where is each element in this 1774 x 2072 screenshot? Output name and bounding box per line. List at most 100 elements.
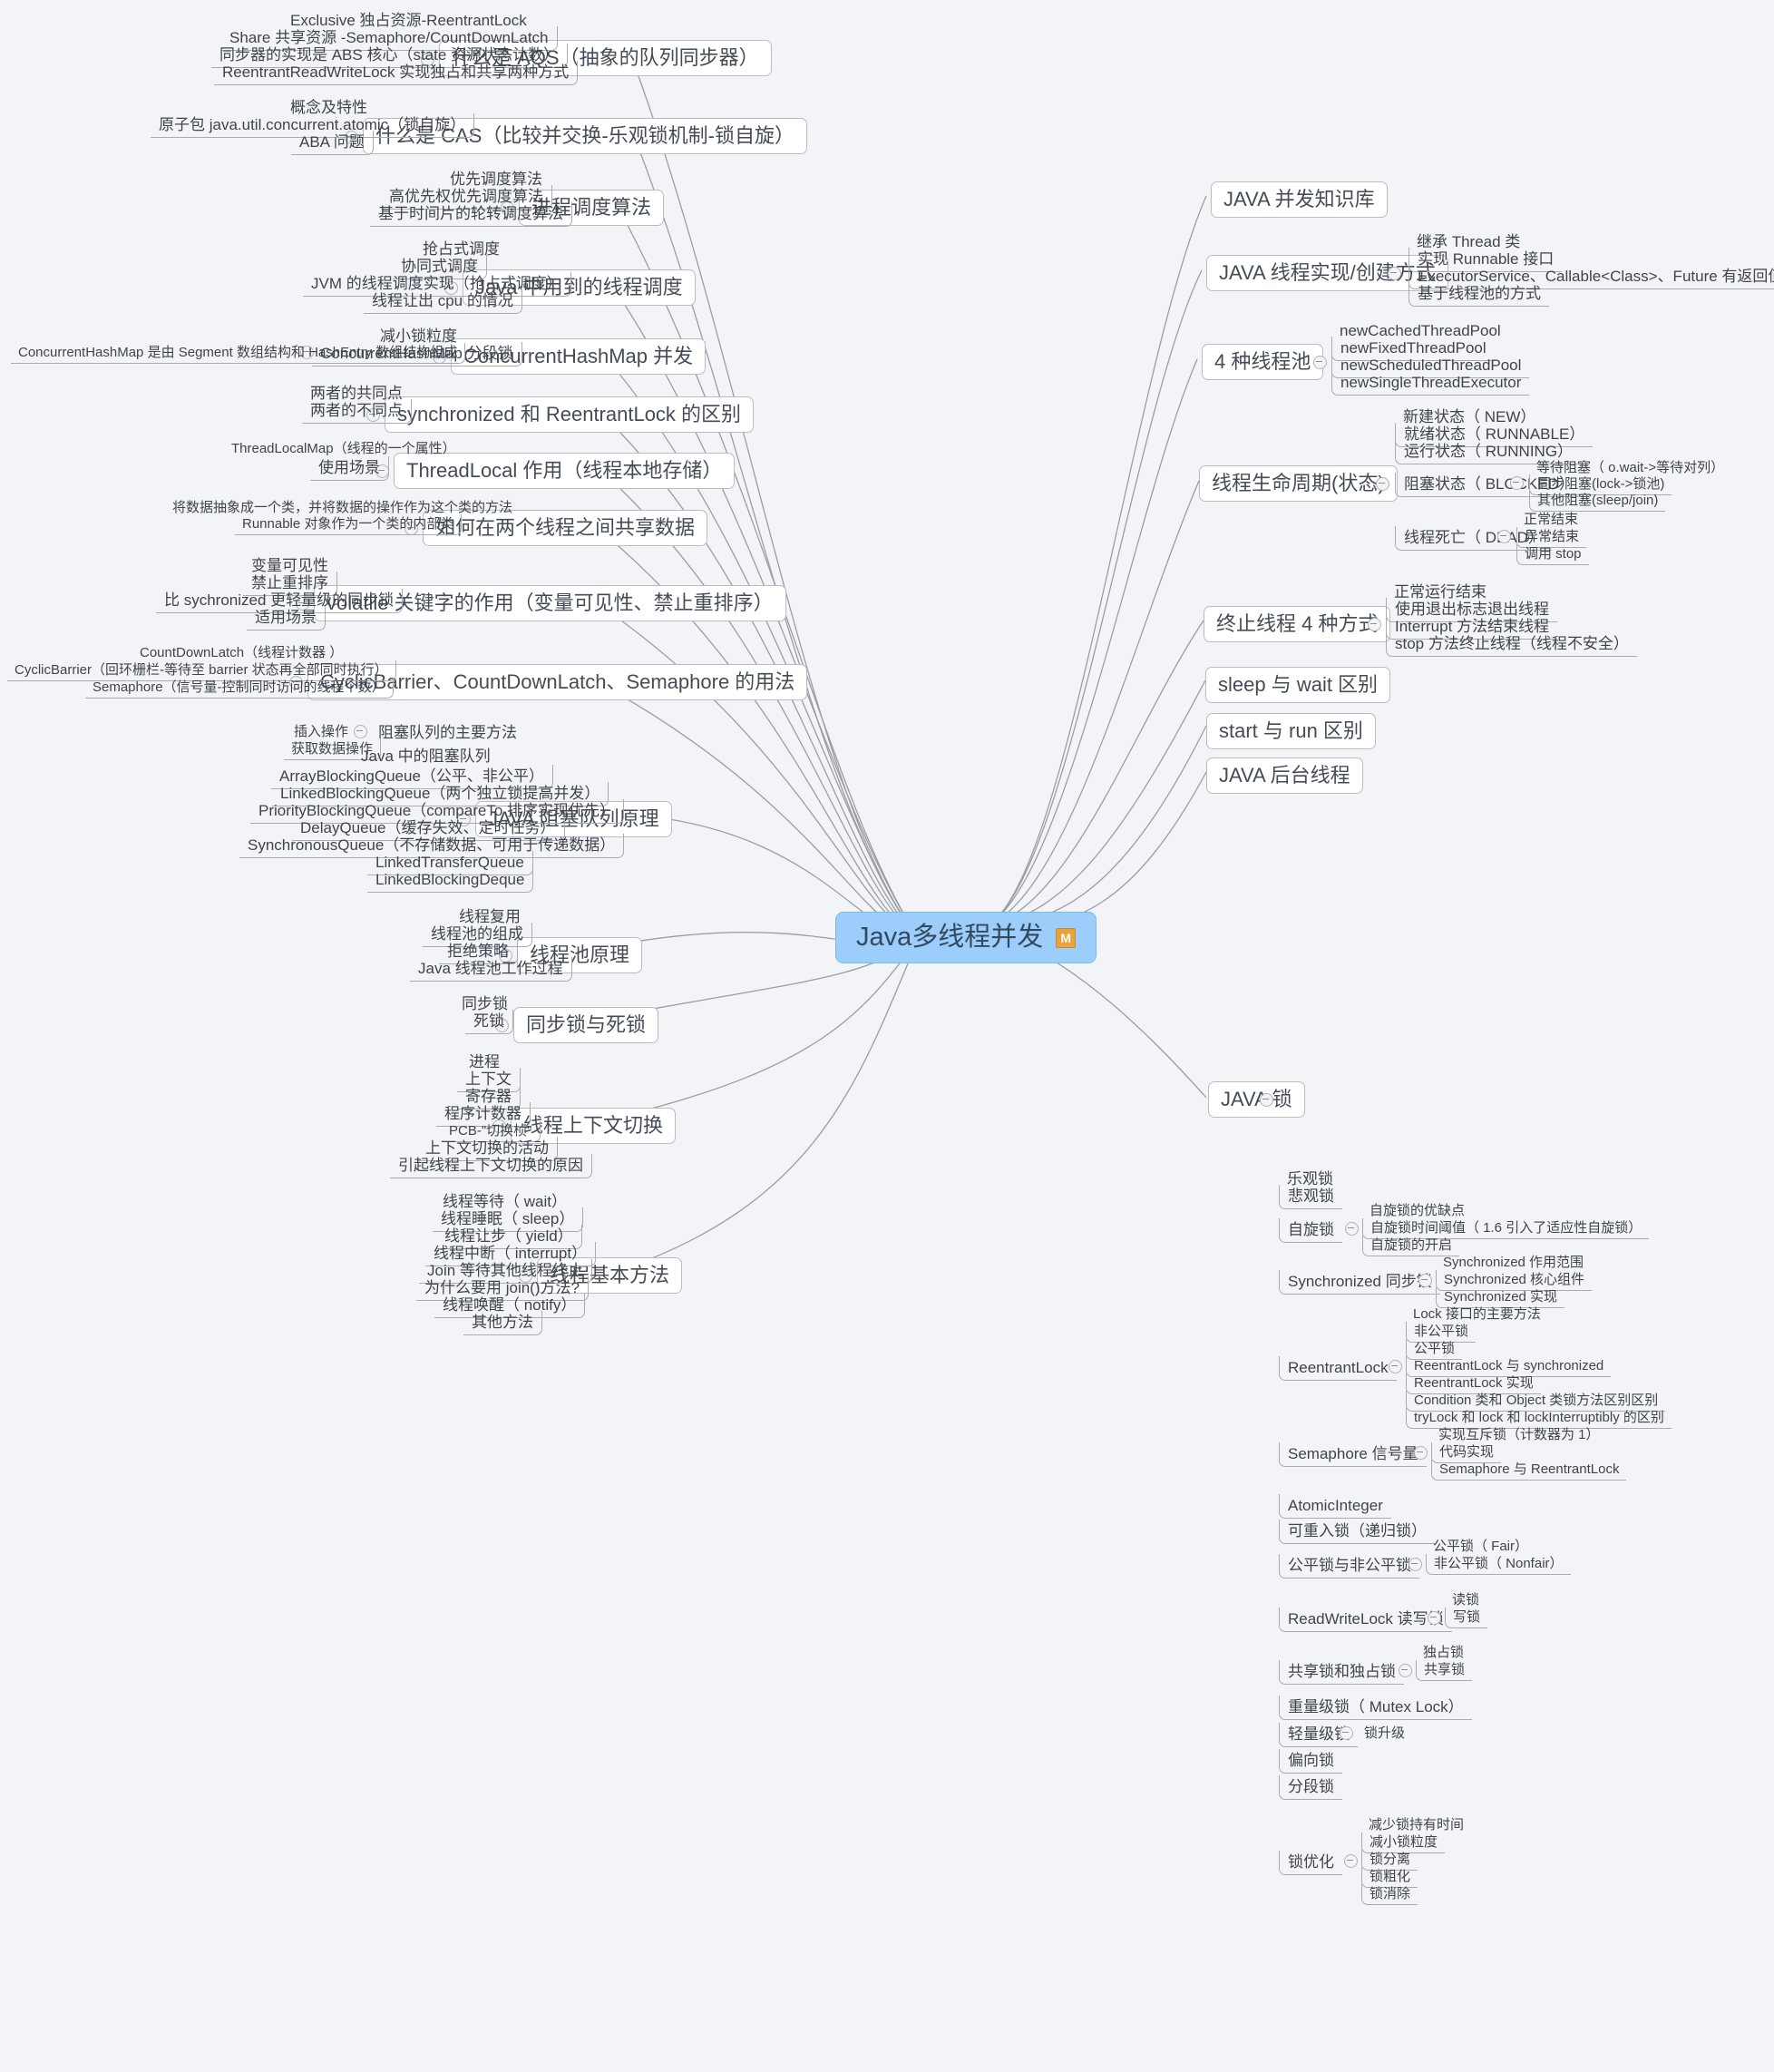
leaf-light-0[interactable]: 锁升级 xyxy=(1357,1724,1412,1744)
topic-sync-deadlock[interactable]: 同步锁与死锁 xyxy=(513,1007,659,1043)
sub-jl-7[interactable]: 可重入锁（递归锁） xyxy=(1279,1520,1435,1544)
toggle-java-lock[interactable] xyxy=(1260,1093,1273,1107)
sub-tc-3[interactable]: 基于线程池的方式 xyxy=(1408,282,1549,307)
sub-jl-8[interactable]: 公平锁与非公平锁 xyxy=(1279,1554,1419,1578)
topic-context-switch-label: 线程上下文切换 xyxy=(523,1114,664,1137)
leaf-lc-d2[interactable]: 调用 stop xyxy=(1516,544,1589,565)
topic-daemon[interactable]: JAVA 后台线程 xyxy=(1206,757,1363,794)
sub-jl-10-label: 共享锁和独占锁 xyxy=(1288,1663,1396,1680)
toggle-jl-rwlock[interactable] xyxy=(1428,1611,1441,1625)
sub-js-3[interactable]: 线程让出 cpu 的情况 xyxy=(364,289,522,314)
toggle-jl-opt[interactable] xyxy=(1344,1854,1358,1868)
leaf-opt-4-label: 锁消除 xyxy=(1369,1886,1411,1901)
sub-jl-5[interactable]: Semaphore 信号量 xyxy=(1279,1442,1427,1467)
sub-jl-15[interactable]: 锁优化 xyxy=(1279,1851,1342,1875)
leaf-chm-structure[interactable]: ConcurrentHashMap 是由 Segment 数组结构和 HashE… xyxy=(11,343,466,364)
topic-start-run-label: start 与 run 区别 xyxy=(1219,719,1363,742)
topic-lifecycle[interactable]: 线程生命周期(状态) xyxy=(1199,465,1398,502)
topic-java-lock[interactable]: JAVA 锁 xyxy=(1208,1081,1305,1118)
sub-jl-1-label: 悲观锁 xyxy=(1288,1187,1334,1205)
sub-bq-7[interactable]: LinkedBlockingDeque xyxy=(367,868,534,893)
sub-jl-9[interactable]: ReadWriteLock 读写锁 xyxy=(1279,1608,1452,1632)
sub-jl-1[interactable]: 悲观锁 xyxy=(1279,1185,1342,1209)
sub-jl-3-label: Synchronized 同步锁 xyxy=(1288,1273,1432,1290)
topic-start-run[interactable]: start 与 run 区别 xyxy=(1206,713,1376,749)
topic-thread-create-label: JAVA 线程实现/创建方式 xyxy=(1219,261,1436,284)
toggle-jl-reentrant[interactable] xyxy=(1389,1360,1402,1373)
leaf-light-0-label: 锁升级 xyxy=(1364,1725,1406,1741)
sub-jl-6[interactable]: AtomicInteger xyxy=(1279,1494,1391,1519)
root-node[interactable]: Java多线程并发 M xyxy=(835,912,1097,963)
sub-cas-2[interactable]: ABA 问题 xyxy=(291,131,374,155)
toggle-bq-methods[interactable] xyxy=(354,725,367,738)
sub-cu-2[interactable]: Semaphore（信号量-控制同时访问的线程个数） xyxy=(85,678,394,699)
topic-java-lock-label: JAVA 锁 xyxy=(1221,1088,1292,1110)
sub-sd-1[interactable]: Runnable 对象作为一个类的内部类 xyxy=(235,514,463,535)
topic-terminate[interactable]: 终止线程 4 种方式 xyxy=(1204,606,1391,642)
sub-jl-14[interactable]: 分段锁 xyxy=(1279,1775,1342,1800)
leaf-opt-1-label: 减小锁粒度 xyxy=(1369,1834,1438,1850)
leaf-lc-b2-label: 其他阻塞(sleep/join) xyxy=(1537,493,1659,508)
sub-tl-1[interactable]: 使用场景 xyxy=(310,456,389,481)
leaf-fair-0-label: 公平锁（ Fair） xyxy=(1433,1539,1529,1554)
sub-sdl-1-label: 死锁 xyxy=(473,1012,504,1030)
leaf-rw-1[interactable]: 写锁 xyxy=(1445,1608,1488,1628)
sub-jl-3[interactable]: Synchronized 同步锁 xyxy=(1279,1270,1440,1295)
toggle-terminate[interactable] xyxy=(1368,618,1381,631)
leaf-spin-2-label: 自旋锁的开启 xyxy=(1370,1237,1453,1253)
toggle-jl-light[interactable] xyxy=(1340,1726,1353,1740)
toggle-thread-create[interactable] xyxy=(1388,267,1401,280)
topic-kb[interactable]: JAVA 并发知识库 xyxy=(1211,181,1388,218)
leaf-opt-3-label: 锁粗化 xyxy=(1369,1869,1411,1884)
sub-sa-2[interactable]: 基于时间片的轮转调度算法 xyxy=(370,202,572,227)
toggle-lc-blocked[interactable] xyxy=(1510,476,1524,490)
toggle-jl-spin[interactable] xyxy=(1345,1222,1359,1236)
sub-cs-6[interactable]: 引起线程上下文切换的原因 xyxy=(390,1154,592,1178)
leaf-rl-6-label: tryLock 和 lock 和 lockInterruptibly 的区别 xyxy=(1414,1410,1664,1425)
toggle-jl-fair[interactable] xyxy=(1408,1558,1422,1571)
topic-kb-label: JAVA 并发知识库 xyxy=(1223,188,1375,210)
sub-aqs-3[interactable]: ReentrantReadWriteLock 实现独占和共享两种方式 xyxy=(214,61,579,85)
topic-four-pools[interactable]: 4 种线程池 xyxy=(1202,344,1324,380)
topic-sync-deadlock-label: 同步锁与死锁 xyxy=(526,1013,647,1036)
sub-jl-10[interactable]: 共享锁和独占锁 xyxy=(1279,1660,1404,1685)
sub-fp-3[interactable]: newSingleThreadExecutor xyxy=(1331,371,1530,396)
leaf-sem-2[interactable]: Semaphore 与 ReentrantLock xyxy=(1431,1460,1627,1481)
sub-term-3[interactable]: stop 方法终止线程（线程不安全） xyxy=(1386,632,1637,657)
sub-cu-1-label: CyclicBarrier（回环栅栏-等待至 barrier 状态再全部同时执行… xyxy=(15,662,388,678)
leaf-sync-1-label: Synchronized 核心组件 xyxy=(1444,1272,1585,1287)
sub-tp-3[interactable]: Java 线程池工作过程 xyxy=(410,957,572,982)
toggle-four-pools[interactable] xyxy=(1313,356,1327,369)
sub-jl-8-label: 公平锁与非公平锁 xyxy=(1288,1557,1411,1574)
sub-jl-4[interactable]: ReentrantLock xyxy=(1279,1356,1397,1381)
topic-threadlocal-label: ThreadLocal 作用（线程本地存储） xyxy=(406,459,723,482)
toggle-lc-dead[interactable] xyxy=(1497,530,1511,543)
toggle-jl-sharedex[interactable] xyxy=(1399,1664,1412,1677)
toggle-lifecycle[interactable] xyxy=(1376,477,1389,491)
root-label: Java多线程并发 xyxy=(856,923,1044,952)
sub-js-3-label: 线程让出 cpu 的情况 xyxy=(372,292,513,309)
sub-cu-2-label: Semaphore（信号量-控制同时访问的线程个数） xyxy=(93,679,385,695)
sub-jl-13[interactable]: 偏向锁 xyxy=(1279,1749,1342,1774)
leaf-fair-1[interactable]: 非公平锁（ Nonfair） xyxy=(1426,1554,1571,1575)
sub-tl-1-label: 使用场景 xyxy=(318,459,380,476)
sub-sdl-1[interactable]: 死锁 xyxy=(465,1010,513,1034)
sub-jl-5-label: Semaphore 信号量 xyxy=(1288,1445,1418,1462)
sub-jl-4-label: ReentrantLock xyxy=(1288,1359,1389,1376)
sub-bq-methods[interactable]: 阻塞队列的主要方法 xyxy=(370,721,525,745)
sub-bm-7[interactable]: 其他方法 xyxy=(463,1311,542,1335)
leaf-sem-2-label: Semaphore 与 ReentrantLock xyxy=(1439,1461,1620,1477)
toggle-jl-semaphore[interactable] xyxy=(1414,1446,1428,1460)
toggle-jl-sync[interactable] xyxy=(1418,1274,1432,1287)
sub-vol-3[interactable]: 适用场景 xyxy=(247,606,326,630)
leaf-se-1[interactable]: 共享锁 xyxy=(1416,1660,1473,1681)
topic-sync-vs-reentrant[interactable]: synchronized 和 ReentrantLock 的区别 xyxy=(385,396,755,433)
leaf-lc-b2[interactable]: 其他阻塞(sleep/join) xyxy=(1529,491,1666,512)
leaf-opt-4[interactable]: 锁消除 xyxy=(1361,1884,1418,1905)
sub-jl-11[interactable]: 重量级锁（ Mutex Lock） xyxy=(1279,1696,1472,1720)
sub-jl-2[interactable]: 自旋锁 xyxy=(1279,1218,1342,1243)
topic-sleep-wait[interactable]: sleep 与 wait 区别 xyxy=(1205,667,1391,703)
sub-vol-3-label: 适用场景 xyxy=(255,609,317,626)
leaf-sync-2-label: Synchronized 实现 xyxy=(1444,1289,1558,1305)
sub-svr-1[interactable]: 两者的不同点 xyxy=(302,399,412,424)
